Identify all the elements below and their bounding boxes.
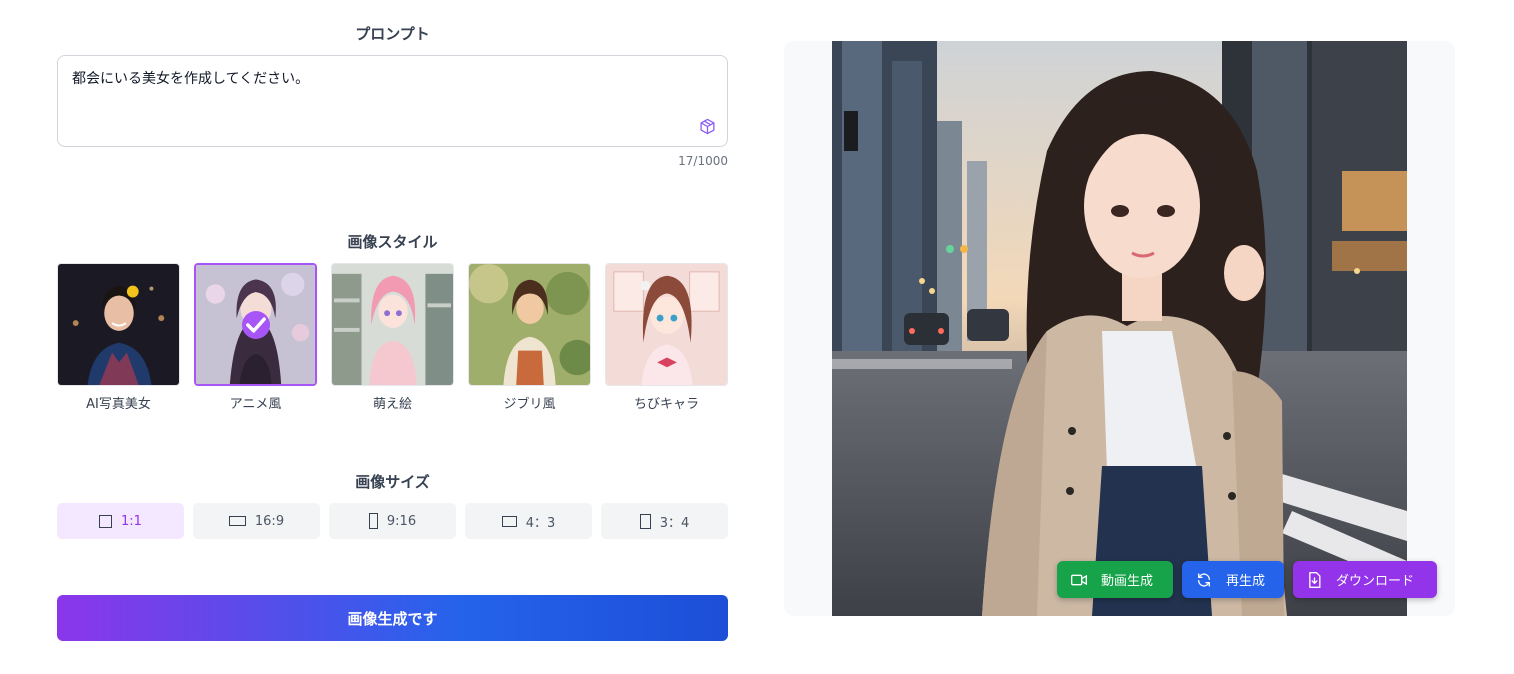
prompt-title: プロンプト [355,25,430,43]
generated-anime-woman-image [832,41,1407,616]
download-button-label: ダウンロード [1336,574,1415,589]
size-options: 1:1 16:9 9:16 4：3 3：4 [57,503,728,539]
download-file-icon [1309,571,1321,588]
landscape-icon [228,516,246,526]
style-label: ちびキャラ [633,397,699,412]
generate-image-button[interactable]: 画像生成です [57,595,728,641]
refresh-icon [1198,572,1210,587]
ghibli-thumbnail-image [469,264,590,385]
video-button-label: 動画生成 [1101,574,1154,589]
size-option-4-3[interactable]: 4：3 [465,503,592,539]
style-grid: AI写真美女 アニメ風 萌え絵 ジブリ風 ちびキャラ [57,263,728,413]
style-label: 萌え絵 [372,397,412,412]
style-thumbnail[interactable] [331,263,454,386]
style-option-anime[interactable]: アニメ風 [194,263,317,412]
style-label: ジブリ風 [503,397,556,412]
landscape-icon [501,515,517,527]
size-option-9-16[interactable]: 9:16 [329,503,456,539]
size-option-16-9[interactable]: 16:9 [193,503,320,539]
download-button[interactable]: ダウンロード [1293,561,1437,598]
style-option-ai-photo[interactable]: AI写真美女 [57,263,180,412]
style-option-chibi[interactable]: ちびキャラ [605,263,728,412]
style-thumbnail[interactable] [605,263,728,386]
size-label: 16:9 [254,513,285,529]
cube-icon[interactable] [699,118,716,135]
check-icon [241,310,270,339]
size-option-1-1[interactable]: 1:1 [57,503,184,539]
ai-photo-thumbnail-image [58,264,179,385]
style-title: 画像スタイル [347,233,438,251]
size-label: 1:1 [121,513,142,529]
style-thumbnail-selected[interactable] [194,263,317,386]
style-option-moe[interactable]: 萌え絵 [331,263,454,412]
size-title: 画像サイズ [355,473,430,491]
video-camera-icon [1071,574,1087,585]
style-thumbnail[interactable] [468,263,591,386]
regenerate-button[interactable]: 再生成 [1182,561,1284,598]
style-option-ghibli[interactable]: ジブリ風 [468,263,591,412]
moe-thumbnail-image [332,264,453,385]
generated-image [832,41,1407,616]
size-option-3-4[interactable]: 3：4 [601,503,728,539]
square-icon [99,514,113,528]
prompt-text[interactable]: 都会にいる美女を作成してください。 [72,68,309,88]
regenerate-button-label: 再生成 [1226,574,1266,589]
style-label: アニメ風 [229,397,282,412]
portrait-icon [639,513,651,529]
generate-video-button[interactable]: 動画生成 [1057,561,1173,598]
size-label: 3：4 [659,515,690,531]
portrait-icon [368,513,378,529]
style-label: AI写真美女 [86,397,151,412]
chibi-thumbnail-image [606,264,727,385]
style-thumbnail[interactable] [57,263,180,386]
size-label: 9:16 [386,513,417,529]
size-label: 4：3 [525,515,556,531]
char-counter: 17/1000 [678,154,728,168]
prompt-textarea[interactable]: 都会にいる美女を作成してください。 [57,55,728,147]
